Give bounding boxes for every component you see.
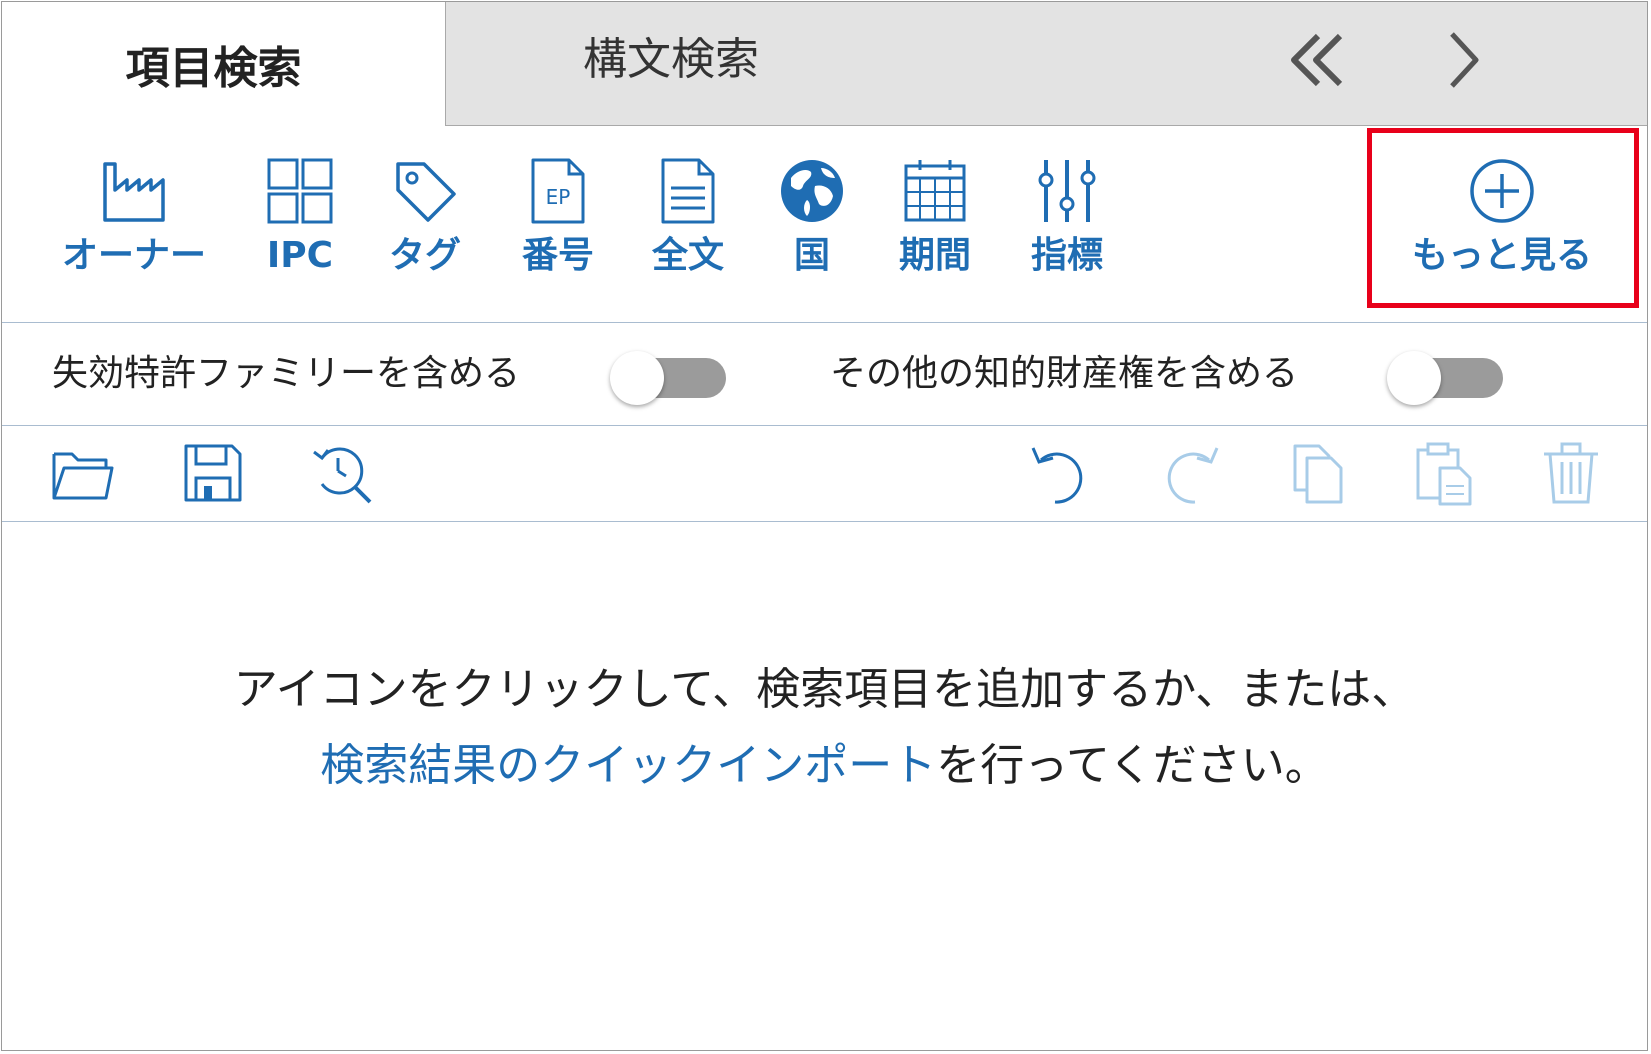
save-icon[interactable] — [180, 440, 246, 506]
other-ip-toggle[interactable] — [1387, 351, 1505, 405]
options-row: 失効特許ファミリーを含める その他の知的財産権を含める — [2, 323, 1647, 426]
double-chevron-left-icon[interactable] — [1282, 30, 1352, 90]
expired-family-toggle[interactable] — [610, 351, 728, 405]
indicator-label: 指標 — [1030, 235, 1103, 276]
sliders-icon — [1038, 160, 1096, 222]
folder-open-icon[interactable] — [50, 440, 116, 506]
country-button[interactable]: 国 — [767, 156, 857, 284]
tag-button[interactable]: タグ — [380, 156, 470, 284]
factory-icon — [103, 162, 165, 222]
action-row — [2, 426, 1647, 522]
search-item-toolbar: オーナー IPC タグ EP 番号 全文 国 期間 指標 もっと見る — [2, 126, 1647, 323]
tab-item-search-label: 項目検索 — [125, 43, 302, 94]
redo-icon[interactable] — [1157, 440, 1223, 506]
tag-icon — [396, 162, 456, 222]
paste-icon[interactable] — [1412, 440, 1478, 506]
search-history-icon[interactable] — [308, 440, 374, 506]
tab-syntax-search-area: 構文検索 — [445, 2, 1647, 126]
tab-syntax-search[interactable]: 構文検索 — [583, 2, 759, 117]
search-panel: 項目検索 構文検索 オーナー IPC タグ EP 番号 全文 国 期間 指標 も… — [1, 1, 1648, 1051]
fulltext-button[interactable]: 全文 — [640, 156, 736, 284]
tab-item-search[interactable]: 項目検索 — [2, 2, 445, 126]
plus-circle-icon — [1470, 159, 1534, 223]
quick-import-link[interactable]: 検索結果のクイックインポート — [320, 740, 936, 791]
country-label: 国 — [793, 235, 830, 276]
grid-icon — [267, 158, 333, 224]
number-button[interactable]: EP 番号 — [510, 156, 606, 284]
ipc-button[interactable]: IPC — [252, 156, 348, 284]
ipc-label: IPC — [266, 235, 334, 276]
more-label: もっと見る — [1411, 235, 1592, 276]
period-label: 期間 — [898, 235, 971, 276]
message-line-2: 検索結果のクイックインポートを行ってください。 — [2, 728, 1647, 804]
toggle-knob — [610, 351, 664, 405]
document-ep-icon: EP — [531, 158, 585, 224]
tab-bar: 項目検索 構文検索 — [2, 2, 1647, 126]
empty-state-message: アイコンをクリックして、検索項目を追加するか、または、 検索結果のクイックインポ… — [2, 652, 1647, 804]
owner-button[interactable]: オーナー — [54, 156, 214, 284]
owner-label: オーナー — [61, 235, 206, 276]
document-text-icon — [661, 158, 715, 224]
document-ep-text: EP — [546, 185, 571, 209]
fulltext-label: 全文 — [651, 235, 724, 276]
expired-family-label: 失効特許ファミリーを含める — [52, 353, 521, 394]
toggle-knob — [1387, 351, 1441, 405]
trash-icon[interactable] — [1538, 440, 1604, 506]
undo-icon[interactable] — [1027, 440, 1093, 506]
more-button[interactable]: もっと見る — [1397, 156, 1607, 284]
message-line-1: アイコンをクリックして、検索項目を追加するか、または、 — [233, 664, 1416, 715]
number-label: 番号 — [521, 235, 594, 276]
period-button[interactable]: 期間 — [887, 156, 983, 284]
calendar-icon — [904, 160, 966, 222]
copy-icon[interactable] — [1285, 440, 1351, 506]
chevron-right-icon[interactable] — [1426, 30, 1496, 90]
message-line-2-suffix: を行ってください。 — [936, 740, 1329, 791]
indicator-button[interactable]: 指標 — [1019, 156, 1115, 284]
other-ip-label: その他の知的財産権を含める — [830, 353, 1299, 394]
globe-icon — [781, 160, 843, 222]
tag-label: タグ — [388, 235, 461, 276]
